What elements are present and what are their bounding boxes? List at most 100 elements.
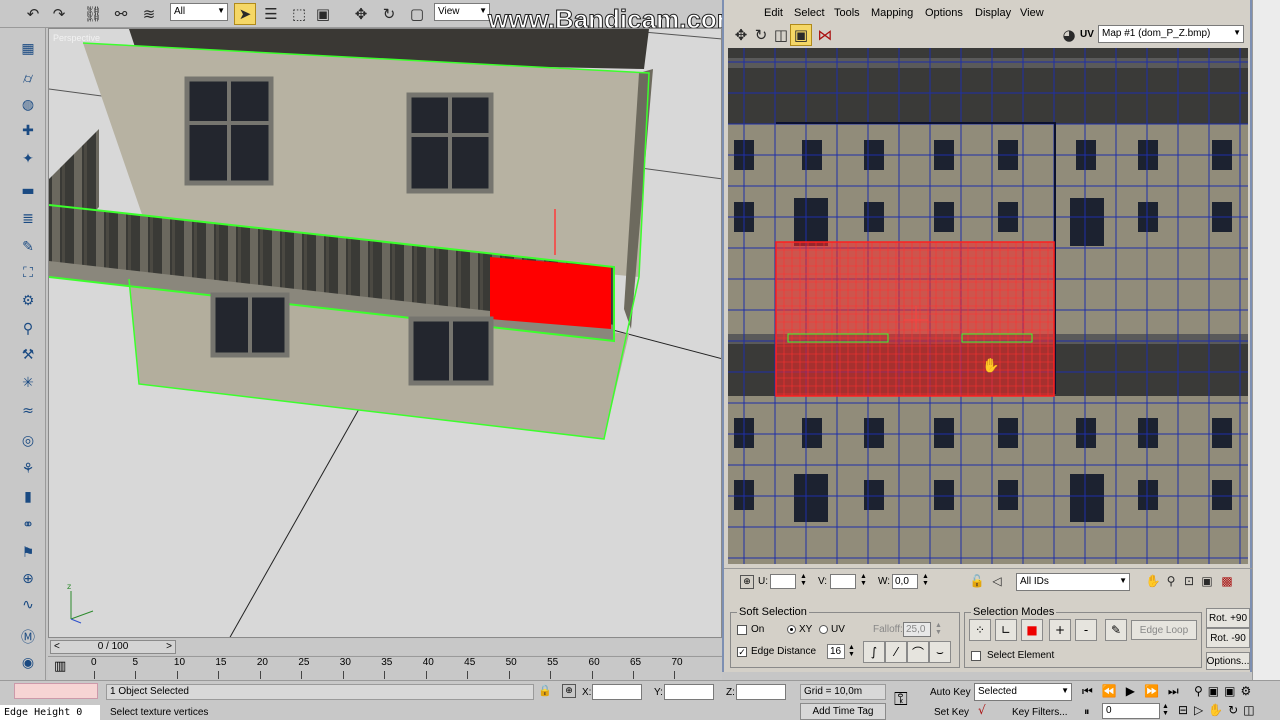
maxscript-listener[interactable] — [14, 683, 98, 699]
selection-filter-select[interactable]: All ▼ — [170, 3, 228, 21]
time-configuration-icon[interactable]: ⊟ — [1178, 703, 1188, 717]
uv-radio[interactable] — [819, 625, 828, 634]
set-key-button[interactable]: Set Key — [934, 707, 969, 718]
edge-loop-button[interactable]: Edge Loop — [1131, 620, 1197, 640]
viewport-label[interactable]: Perspective — [53, 33, 100, 43]
v-spinner[interactable] — [830, 574, 856, 589]
w-spinner[interactable]: 0,0 — [892, 574, 918, 589]
freeform-icon[interactable]: ▣ — [790, 24, 812, 46]
menu-edit[interactable]: Edit — [764, 7, 783, 19]
select-object-icon[interactable]: ➤ — [234, 3, 256, 25]
u-spinner[interactable] — [770, 574, 796, 589]
viewport-nav-bottom[interactable]: ▷✋↻◫ — [1194, 703, 1260, 717]
add-time-tag-button[interactable]: Add Time Tag — [800, 703, 886, 720]
selection-lock-icon[interactable]: 🔒 — [538, 684, 552, 697]
paint-icon[interactable]: ✎ — [14, 236, 42, 258]
move-icon[interactable]: ✥ — [350, 3, 372, 25]
rectangular-selection-icon[interactable]: ⬚ — [288, 3, 310, 25]
zoom-extents-icon[interactable]: ▣ — [1196, 570, 1218, 592]
helper-icon[interactable]: ✚ — [14, 120, 42, 142]
falloff-slow-icon[interactable]: ⌒ — [907, 641, 929, 663]
mini-curve-editor-icon[interactable]: ▥ — [54, 659, 78, 677]
vertex-mode-icon[interactable]: ⁘ — [969, 619, 991, 641]
key-filters-button[interactable]: Key Filters... — [1012, 707, 1068, 718]
window-crossing-icon[interactable]: ▣ — [312, 3, 334, 25]
y-field[interactable] — [664, 684, 714, 700]
wire-icon[interactable]: ∿ — [14, 594, 42, 616]
bone-icon[interactable]: ▮ — [14, 486, 42, 508]
next-frame-arrow[interactable]: > — [166, 641, 172, 653]
rotate-plus-90-button[interactable]: Rot. +90 — [1206, 608, 1250, 628]
face-mode-icon[interactable]: ■ — [1021, 619, 1043, 641]
globe-icon[interactable]: ⊕ — [14, 568, 42, 590]
grow-selection-icon[interactable]: + — [1049, 619, 1071, 641]
spiral-icon[interactable]: ◎ — [14, 430, 42, 452]
spinner-arrows-icon[interactable]: ▲ ▼ — [848, 644, 855, 658]
menu-tools[interactable]: Tools — [834, 7, 860, 19]
layers-icon[interactable]: ≣ — [14, 208, 42, 230]
gear-icon[interactable]: ⚙ — [14, 290, 42, 312]
uv-canvas[interactable]: ✋ — [728, 48, 1248, 564]
figure-icon[interactable]: ⚘ — [14, 458, 42, 480]
falloff-fast-icon[interactable]: ⌣ — [929, 641, 951, 663]
falloff-smooth-icon[interactable]: ∫ — [863, 641, 885, 663]
reference-coord-select[interactable]: View ▼ — [434, 3, 490, 21]
star-icon[interactable]: ✦ — [14, 148, 42, 170]
paint-select-icon[interactable]: ◁ — [986, 570, 1008, 592]
falloff-spinner[interactable]: 25,0 — [903, 622, 931, 637]
map-select[interactable]: Map #1 (dom_P_Z.bmp) ▼ — [1098, 25, 1244, 43]
absolute-mode-icon[interactable]: ⊕ — [562, 684, 576, 698]
spinner-arrows-icon[interactable]: ▲ ▼ — [800, 573, 807, 587]
bind-space-warp-icon[interactable]: ≋ — [138, 3, 160, 25]
key-tangent-icon[interactable]: √ — [978, 703, 986, 717]
current-frame-field[interactable]: 0 — [1102, 703, 1160, 719]
z-field[interactable] — [736, 684, 786, 700]
ids-select[interactable]: All IDs ▼ — [1016, 573, 1130, 591]
spinner-arrows-icon[interactable]: ▲ ▼ — [935, 622, 942, 636]
x-field[interactable] — [592, 684, 642, 700]
time-slider-thumb[interactable]: < 0 / 100 > — [50, 640, 176, 654]
track-bar[interactable]: ▥ 0 5 10 15 20 25 30 35 40 45 50 55 60 65 70 — [48, 656, 722, 680]
xy-radio[interactable] — [787, 625, 796, 634]
checker-icon[interactable]: ◕ — [1058, 24, 1080, 46]
menu-display[interactable]: Display — [975, 7, 1011, 19]
time-config-icon[interactable]: ⏸ — [1084, 705, 1090, 719]
prev-frame-arrow[interactable]: < — [54, 641, 60, 653]
wave-icon[interactable]: ≈ — [14, 400, 42, 422]
create-box-icon[interactable]: ▦ — [14, 38, 42, 60]
redo-icon[interactable]: ↷ — [48, 3, 70, 25]
rotate-minus-90-button[interactable]: Rot. -90 — [1206, 628, 1250, 648]
scale-icon[interactable]: ◫ — [770, 24, 792, 46]
walk-icon[interactable]: ⚑ — [14, 542, 42, 564]
rotate-icon[interactable]: ↻ — [378, 3, 400, 25]
menu-mapping[interactable]: Mapping — [871, 7, 913, 19]
menu-select[interactable]: Select — [794, 7, 825, 19]
maxscript-icon[interactable]: Ⓜ — [14, 626, 42, 648]
paint-selection-icon[interactable]: ✎ — [1105, 619, 1127, 641]
key-icon[interactable]: ⚿ — [894, 689, 908, 710]
spark-icon[interactable]: ✳ — [14, 372, 42, 394]
viewport-nav-top[interactable]: ⚲▣▣⚙ — [1194, 684, 1256, 698]
move-icon[interactable]: ✥ — [730, 24, 752, 46]
spinner-arrows-icon[interactable]: ▲ ▼ — [1162, 703, 1169, 717]
hammer-icon[interactable]: ⚒ — [14, 344, 42, 366]
falloff-linear-icon[interactable]: ⁄ — [885, 641, 907, 663]
soft-selection-on-checkbox[interactable] — [737, 625, 747, 635]
auto-key-button[interactable]: Auto Key — [930, 687, 971, 698]
rotate-icon[interactable]: ↻ — [750, 24, 772, 46]
maxscript-output[interactable]: Edge Height 0 — [0, 705, 100, 720]
target-icon[interactable]: ◉ — [14, 652, 42, 674]
lock-icon[interactable]: 🔓 — [966, 570, 988, 592]
link-icon[interactable]: ⚭ — [14, 514, 42, 536]
edge-distance-spinner[interactable]: 16 — [827, 644, 845, 659]
menu-options[interactable]: Options — [925, 7, 963, 19]
playback-controls[interactable]: ⏮⏪▶⏩⏭ — [1082, 684, 1188, 699]
spinner-arrows-icon[interactable]: ▲ ▼ — [860, 573, 867, 587]
material-icon[interactable]: ▬ — [14, 180, 42, 202]
pin-icon[interactable]: ⚲ — [14, 318, 42, 340]
time-slider[interactable]: < 0 / 100 > — [48, 639, 722, 655]
menu-view[interactable]: View — [1020, 7, 1044, 19]
edge-distance-checkbox[interactable]: ✓ — [737, 647, 747, 657]
undo-icon[interactable]: ↶ — [22, 3, 44, 25]
unlink-icon[interactable]: ⚯ — [110, 3, 132, 25]
